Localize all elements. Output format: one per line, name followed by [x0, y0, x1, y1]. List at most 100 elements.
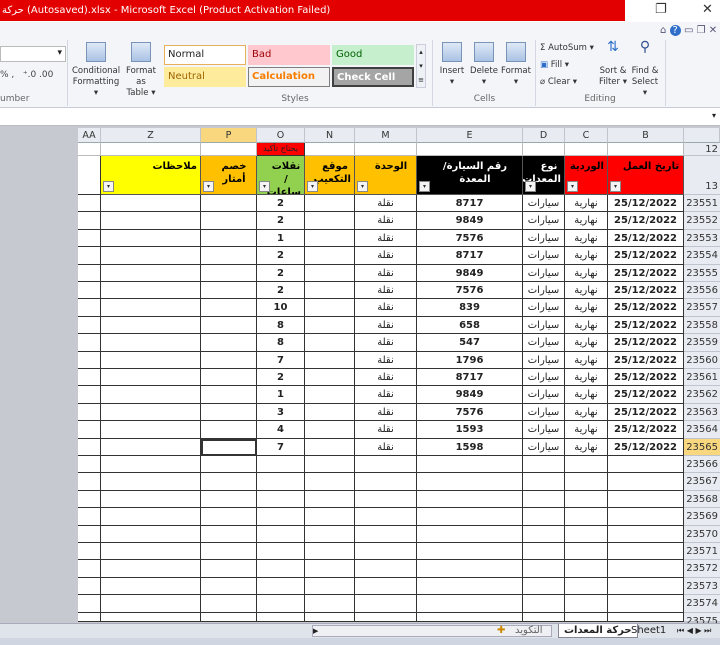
- format-button[interactable]: Format ▾: [500, 42, 532, 88]
- cell[interactable]: [201, 264, 257, 282]
- cell-trips[interactable]: 3: [257, 403, 305, 422]
- cell[interactable]: [101, 351, 201, 369]
- cell[interactable]: [305, 508, 355, 526]
- cell[interactable]: [201, 195, 257, 213]
- cell-vehicle[interactable]: 8717: [417, 195, 523, 213]
- cell[interactable]: [523, 473, 565, 491]
- cell[interactable]: [417, 560, 523, 578]
- select-all-corner[interactable]: [684, 128, 720, 143]
- cell[interactable]: [305, 386, 355, 404]
- note-needs-confirmation[interactable]: يحتاج تأكيد: [257, 143, 305, 156]
- cell[interactable]: [417, 456, 523, 474]
- format-as-table-button[interactable]: Format as Table ▾: [120, 42, 162, 99]
- cell[interactable]: [305, 143, 355, 156]
- cell-shift[interactable]: نهارية: [565, 212, 608, 230]
- cell[interactable]: [257, 490, 305, 509]
- cell-type[interactable]: سيارات: [523, 351, 565, 369]
- cell[interactable]: [417, 543, 523, 561]
- cell[interactable]: [257, 473, 305, 491]
- column-header-c[interactable]: C: [565, 128, 608, 143]
- cell-trips[interactable]: 2: [257, 264, 305, 282]
- cell-trips[interactable]: 2: [257, 212, 305, 230]
- cell[interactable]: [78, 316, 101, 335]
- filter-dropdown-icon[interactable]: ▾: [307, 181, 318, 192]
- cell[interactable]: [101, 421, 201, 439]
- cell[interactable]: [78, 156, 101, 195]
- header-cell-b[interactable]: تاريخ العمل ▾: [608, 156, 684, 195]
- style-neutral[interactable]: Neutral: [164, 67, 246, 87]
- cell[interactable]: [523, 595, 565, 613]
- cell-type[interactable]: سيارات: [523, 386, 565, 404]
- cell[interactable]: [257, 456, 305, 474]
- cell-date[interactable]: 25/12/2022: [608, 264, 684, 282]
- cell[interactable]: [608, 473, 684, 491]
- cell[interactable]: [78, 212, 101, 230]
- cell[interactable]: [565, 473, 608, 491]
- cell[interactable]: [565, 560, 608, 578]
- header-cell-z[interactable]: ملاحظات ▾: [101, 156, 201, 195]
- style-check-cell[interactable]: Check Cell: [332, 67, 414, 87]
- cell[interactable]: [201, 351, 257, 369]
- cell[interactable]: [101, 473, 201, 491]
- cell[interactable]: [78, 351, 101, 369]
- cell-type[interactable]: سيارات: [523, 212, 565, 230]
- cell[interactable]: [305, 264, 355, 282]
- cell[interactable]: [201, 212, 257, 230]
- column-header-n[interactable]: N: [305, 128, 355, 143]
- cell[interactable]: [523, 508, 565, 526]
- cell-trips[interactable]: 10: [257, 299, 305, 317]
- cell[interactable]: [523, 456, 565, 474]
- row-header[interactable]: 23558: [684, 316, 720, 335]
- cell-type[interactable]: سيارات: [523, 421, 565, 439]
- cell-shift[interactable]: نهارية: [565, 299, 608, 317]
- filter-dropdown-icon[interactable]: ▾: [203, 181, 214, 192]
- row-header[interactable]: 23553: [684, 229, 720, 248]
- cell[interactable]: [201, 247, 257, 265]
- header-cell-e[interactable]: رقم السيارة/المعدة ▾: [417, 156, 523, 195]
- filter-dropdown-icon[interactable]: ▾: [525, 181, 536, 192]
- cell-type[interactable]: سيارات: [523, 282, 565, 300]
- cell[interactable]: [78, 612, 101, 622]
- cell[interactable]: [78, 264, 101, 282]
- cell[interactable]: [78, 577, 101, 596]
- cell[interactable]: [101, 229, 201, 248]
- cell[interactable]: [101, 247, 201, 265]
- cell[interactable]: [201, 229, 257, 248]
- cell[interactable]: [355, 612, 417, 622]
- cell[interactable]: [305, 490, 355, 509]
- header-cell-c[interactable]: الوردية ▾: [565, 156, 608, 195]
- cell[interactable]: [201, 316, 257, 335]
- cell-trips[interactable]: 1: [257, 229, 305, 248]
- cell[interactable]: [608, 490, 684, 509]
- row-header[interactable]: 23570: [684, 525, 720, 543]
- cell-trips[interactable]: 8: [257, 334, 305, 352]
- filter-dropdown-icon[interactable]: ▾: [357, 181, 368, 192]
- cell[interactable]: [201, 508, 257, 526]
- cell[interactable]: [201, 282, 257, 300]
- cell[interactable]: [78, 473, 101, 491]
- cell-trips[interactable]: 8: [257, 316, 305, 335]
- cell[interactable]: [565, 490, 608, 509]
- delete-button[interactable]: Delete ▾: [469, 42, 499, 88]
- cell[interactable]: [305, 438, 355, 456]
- cell-date[interactable]: 25/12/2022: [608, 282, 684, 300]
- cell[interactable]: [78, 143, 101, 156]
- cell[interactable]: [101, 143, 201, 156]
- cell[interactable]: [101, 612, 201, 622]
- cell-vehicle[interactable]: 547: [417, 334, 523, 352]
- cell-shift[interactable]: نهارية: [565, 195, 608, 213]
- cell[interactable]: [201, 612, 257, 622]
- cell[interactable]: [257, 525, 305, 543]
- style-normal[interactable]: Normal: [164, 45, 246, 65]
- fill-button[interactable]: ▣ Fill ▾: [540, 60, 569, 71]
- cell[interactable]: [417, 508, 523, 526]
- cell-unit[interactable]: نقلة: [355, 212, 417, 230]
- formula-bar[interactable]: ▾: [0, 109, 720, 126]
- cell[interactable]: [78, 403, 101, 422]
- cell[interactable]: [101, 299, 201, 317]
- cell[interactable]: [355, 473, 417, 491]
- cell[interactable]: [201, 490, 257, 509]
- row-header[interactable]: 23571: [684, 543, 720, 561]
- sheet-nav-buttons[interactable]: ⏮ ◀ ▶ ⏭: [672, 624, 716, 638]
- cell[interactable]: [417, 595, 523, 613]
